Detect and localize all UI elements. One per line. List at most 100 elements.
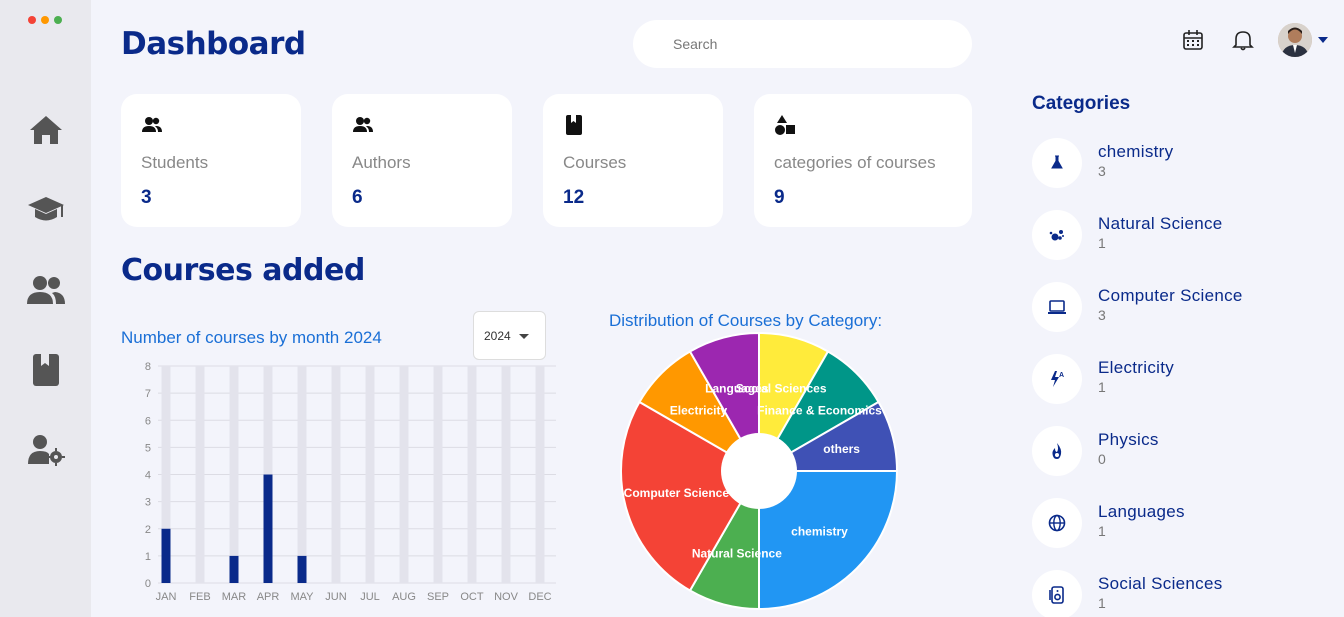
pie-slice-label: chemistry	[791, 525, 848, 539]
category-count: 3	[1098, 307, 1106, 323]
notifications-button[interactable]	[1231, 28, 1255, 52]
category-icon-circle	[1032, 498, 1082, 548]
category-icon-circle: A	[1032, 354, 1082, 404]
category-icon-circle	[1032, 210, 1082, 260]
x-tick-label: SEP	[427, 591, 449, 603]
bar	[161, 528, 171, 583]
x-tick-label: APR	[257, 591, 280, 603]
x-tick-label: NOV	[494, 591, 519, 603]
year-select-value: 2024	[484, 329, 511, 343]
y-tick-label: 8	[145, 361, 151, 373]
category-name: chemistry	[1098, 142, 1174, 161]
category-icon-circle	[1032, 138, 1082, 188]
pie-slice-label: Natural Science	[692, 547, 782, 561]
category-name: Physics	[1098, 430, 1159, 449]
book-icon	[33, 354, 59, 386]
category-name: Computer Science	[1098, 286, 1243, 305]
category-item-computer-science[interactable]: Computer Science 3	[1032, 282, 1332, 334]
stat-label: categories of courses	[774, 153, 936, 172]
account-menu-caret-icon[interactable]	[1318, 37, 1328, 43]
category-icon-circle	[1032, 570, 1082, 617]
pie-chart: Social SciencesFinance & Economicsothers…	[620, 331, 899, 611]
category-count: 1	[1098, 595, 1106, 611]
y-tick-label: 2	[145, 524, 151, 536]
bar-track	[297, 366, 307, 583]
bar-track	[229, 366, 239, 583]
sidebar	[0, 0, 91, 617]
category-count: 3	[1098, 163, 1106, 179]
stat-value: 12	[563, 187, 585, 208]
stat-value: 3	[141, 187, 152, 208]
sidebar-item-home[interactable]	[26, 110, 66, 150]
maximize-dot-icon[interactable]	[54, 16, 62, 24]
search-input[interactable]	[633, 20, 972, 68]
y-tick-label: 7	[145, 388, 151, 400]
globe-icon	[1048, 514, 1066, 532]
bar	[229, 555, 239, 583]
y-tick-label: 4	[145, 470, 151, 482]
category-item-natural-science[interactable]: Natural Science 1	[1032, 210, 1332, 262]
close-dot-icon[interactable]	[28, 16, 36, 24]
atom-icon	[1049, 230, 1064, 241]
minimize-dot-icon[interactable]	[41, 16, 49, 24]
x-tick-label: JUN	[325, 591, 346, 603]
calendar-button[interactable]	[1181, 28, 1205, 52]
category-item-chemistry[interactable]: chemistry 3	[1032, 138, 1332, 190]
category-item-physics[interactable]: Physics 0	[1032, 426, 1332, 478]
stat-label: Authors	[352, 153, 411, 172]
stat-value: 9	[774, 187, 785, 208]
category-name: Social Sciences	[1098, 574, 1223, 593]
x-tick-label: JAN	[156, 591, 177, 603]
stat-card-courses: Courses 12	[543, 94, 723, 227]
bar	[297, 555, 307, 583]
x-tick-label: JUL	[360, 591, 380, 603]
x-tick-label: MAR	[222, 591, 247, 603]
book-icon	[566, 115, 582, 135]
stat-card-categories: categories of courses 9	[754, 94, 972, 227]
window-controls	[28, 16, 62, 24]
category-name: Electricity	[1098, 358, 1175, 377]
donut-hole	[721, 433, 797, 509]
category-count: 0	[1098, 451, 1106, 467]
stat-label: Courses	[563, 153, 627, 172]
flask-icon	[1051, 155, 1063, 169]
sidebar-item-courses[interactable]	[26, 190, 66, 230]
category-item-languages[interactable]: Languages 1	[1032, 498, 1332, 550]
x-tick-label: MAY	[290, 591, 314, 603]
year-select[interactable]: 2024	[473, 311, 546, 360]
calendar-icon	[1183, 30, 1203, 50]
stat-value: 6	[352, 187, 363, 208]
x-tick-label: FEB	[189, 591, 210, 603]
stat-card-authors: Authors 6	[332, 94, 512, 227]
speaker-icon	[1049, 586, 1064, 604]
bar-chart: 0 1 2 3 4 5 6 7 8 JAN FEB MAR APR MAY JUN JUL AUG SEP OCT N…	[145, 361, 556, 603]
bar-track	[535, 366, 545, 583]
sidebar-item-users[interactable]	[26, 270, 66, 310]
pie-slice-label: Computer Science	[624, 486, 730, 500]
category-name: Natural Science	[1098, 214, 1223, 233]
bar-track	[433, 366, 443, 583]
user-avatar-icon	[1278, 23, 1312, 57]
pie-slice-label: others	[823, 442, 860, 456]
users-icon	[142, 117, 162, 132]
bell-icon	[1232, 31, 1254, 51]
bar-track	[365, 366, 375, 583]
users-icon	[353, 117, 373, 132]
page-title: Dashboard	[121, 26, 306, 62]
sidebar-item-settings[interactable]	[26, 430, 66, 470]
stat-card-students: Students 3	[121, 94, 301, 227]
bar-track	[195, 366, 205, 583]
avatar[interactable]	[1278, 23, 1312, 57]
users-icon	[27, 276, 65, 304]
x-tick-label: DEC	[528, 591, 551, 603]
bar	[263, 474, 273, 583]
category-item-electricity[interactable]: A Electricity 1	[1032, 354, 1332, 406]
category-count: 1	[1098, 379, 1106, 395]
sidebar-item-library[interactable]	[26, 350, 66, 390]
lightning-icon: A	[1051, 371, 1064, 387]
category-icon-circle	[1032, 426, 1082, 476]
laptop-icon	[1048, 300, 1066, 314]
bar-track	[399, 366, 409, 583]
category-item-social-sciences[interactable]: Social Sciences 1	[1032, 570, 1332, 617]
categories-title: Categories	[1032, 93, 1131, 114]
